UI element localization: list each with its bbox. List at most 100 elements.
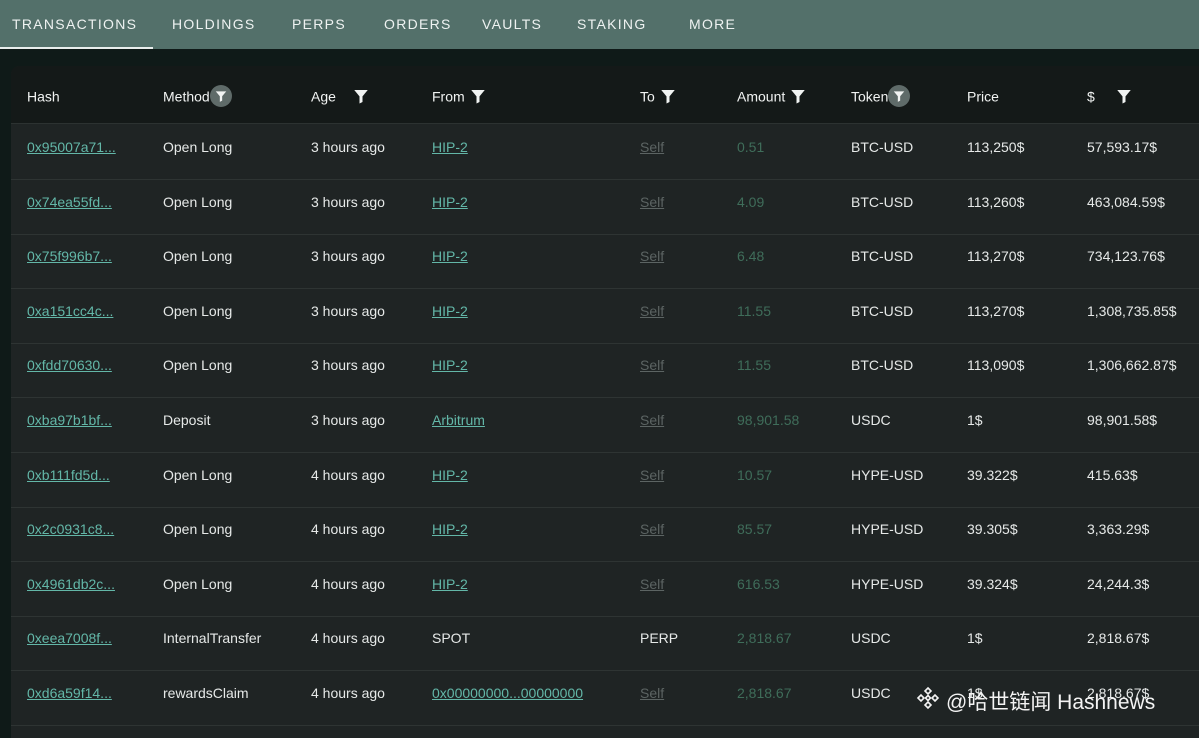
tab-more[interactable]: MORE (689, 0, 736, 49)
table-row[interactable]: 0xa151cc4c... Open Long 3 hours ago HIP-2 Se… (11, 289, 1199, 344)
column-header-label: Method (163, 88, 210, 105)
amount-cell: 6.48 (737, 248, 765, 265)
method-cell: Open Long (163, 466, 233, 483)
amount-cell: 0.51 (737, 139, 765, 155)
column-header-to[interactable]: To (640, 66, 677, 124)
watermark: @哈世链闻 Hashnews (916, 684, 1155, 718)
column-header-method[interactable]: Method (163, 66, 232, 124)
tab-transactions[interactable]: TRANSACTIONS (0, 0, 153, 49)
top-tab-bar: TRANSACTIONS HOLDINGS PERPS ORDERS VAULTS STA… (0, 0, 1199, 49)
to-link[interactable]: Self (640, 343, 664, 397)
from-link[interactable]: HIP-2 (432, 453, 468, 507)
tx-hash-link[interactable]: 0x95007a71... (27, 125, 116, 179)
filter-icon[interactable] (352, 87, 370, 105)
age-cell: 3 hours ago (311, 139, 385, 155)
to-link[interactable]: Self (640, 671, 664, 725)
from-link[interactable]: Arbitrum (432, 398, 485, 452)
from-link[interactable]: HIP-2 (432, 180, 468, 234)
token-cell: BTC-USD (851, 193, 914, 210)
column-header-hash[interactable]: Hash (27, 66, 60, 124)
from-cell: SPOT (432, 630, 471, 647)
amount-cell: 11.55 (737, 357, 771, 374)
tab-perps[interactable]: PERPS (292, 0, 346, 49)
table-row[interactable]: 0xb111fd5d... Open Long 4 hours ago HIP-2 Se… (11, 453, 1199, 508)
token-cell: USDC (851, 685, 891, 701)
method-cell: Open Long (163, 139, 233, 155)
tx-hash-link[interactable]: 0x4961db2c... (27, 562, 115, 616)
column-header-price[interactable]: Price (967, 66, 999, 124)
tab-staking[interactable]: STAKING (577, 0, 647, 49)
column-header-label: Amount (737, 88, 786, 105)
usd-value-cell: 415.63$ (1087, 466, 1138, 483)
price-cell: 113,260$ (967, 193, 1025, 210)
filter-icon[interactable] (469, 87, 487, 105)
table-row[interactable]: 0x75f996b7... Open Long 3 hours ago HIP-2 Se… (11, 234, 1199, 290)
watermark-text: @哈世链闻 Hashnews (946, 691, 1156, 714)
age-cell: 3 hours ago (311, 193, 385, 210)
filter-icon[interactable] (888, 85, 911, 108)
tx-hash-link[interactable]: 0xfdd70630... (27, 343, 112, 397)
price-cell: 113,270$ (967, 248, 1025, 265)
from-link[interactable]: HIP-2 (432, 562, 468, 616)
column-header-label: $ (1087, 88, 1095, 105)
tab-holdings[interactable]: HOLDINGS (172, 0, 256, 49)
tx-hash-link[interactable]: 0x2c0931c8... (27, 507, 114, 561)
from-link[interactable]: HIP-2 (432, 289, 468, 343)
to-link[interactable]: Self (640, 507, 664, 561)
column-header-label: From (432, 88, 465, 105)
from-link[interactable]: HIP-2 (432, 234, 468, 288)
from-link[interactable]: 0x00000000...00000000 (432, 671, 583, 725)
column-header-age[interactable]: Age (311, 66, 370, 124)
filter-icon[interactable] (789, 87, 807, 105)
table-row[interactable]: 0xba97b1bf... Deposit 3 hours ago Arbitrum S… (11, 398, 1199, 453)
tx-hash-link[interactable]: 0xa151cc4c... (27, 289, 113, 343)
tx-hash-link[interactable]: 0x74ea55fd... (27, 180, 112, 234)
tx-hash-link[interactable]: 0xeea7008f... (27, 616, 112, 670)
price-cell: 39.324$ (967, 575, 1018, 592)
tab-orders[interactable]: ORDERS (384, 0, 452, 49)
amount-cell: 2,818.67 (737, 685, 792, 701)
tx-hash-link[interactable]: 0xb111fd5d... (27, 453, 110, 507)
column-header-label: Token (851, 88, 889, 105)
table-row[interactable]: 0xfdd70630... Open Long 3 hours ago HIP-2 Se… (11, 343, 1199, 399)
filter-icon[interactable] (209, 85, 232, 108)
table-row[interactable]: 0xeea7008f... InternalTransfer 4 hours ago… (11, 616, 1199, 672)
to-link[interactable]: Self (640, 562, 664, 616)
tx-hash-link[interactable]: 0x75f996b7... (27, 234, 112, 288)
method-cell: Open Long (163, 357, 233, 374)
column-header-token[interactable]: Token (851, 66, 911, 124)
price-cell: 39.322$ (967, 466, 1018, 483)
usd-value-cell: 24,244.3$ (1087, 575, 1150, 592)
price-cell: 113,250$ (967, 139, 1025, 155)
method-cell: Open Long (163, 248, 233, 265)
tx-hash-link[interactable]: 0xd6a59f14... (27, 671, 112, 725)
tx-hash-link[interactable]: 0xba97b1bf... (27, 398, 112, 452)
usd-value-cell: 1,308,735.85$ (1087, 302, 1177, 319)
to-link[interactable]: Self (640, 453, 664, 507)
filter-icon[interactable] (1115, 87, 1133, 105)
column-header-from[interactable]: From (432, 66, 487, 124)
to-link[interactable]: Self (640, 398, 664, 452)
age-cell: 3 hours ago (311, 412, 385, 428)
column-header-label: Age (311, 88, 336, 105)
to-link[interactable]: Self (640, 125, 664, 179)
amount-cell: 98,901.58 (737, 412, 800, 428)
table-row[interactable]: 0x95007a71... Open Long 3 hours ago HIP-2 Se… (11, 125, 1199, 180)
usd-value-cell: 734,123.76$ (1087, 248, 1165, 265)
token-cell: BTC-USD (851, 357, 914, 374)
from-link[interactable]: HIP-2 (432, 507, 468, 561)
filter-icon[interactable] (659, 87, 677, 105)
table-row[interactable]: 0x74ea55fd... Open Long 3 hours ago HIP-2 Se… (11, 180, 1199, 235)
table-row[interactable]: 0x4961db2c... Open Long 4 hours ago HIP-2 Se… (11, 562, 1199, 617)
tab-vaults[interactable]: VAULTS (482, 0, 542, 49)
column-header-usd[interactable]: $ (1087, 66, 1133, 124)
to-link[interactable]: Self (640, 289, 664, 343)
column-header-amount[interactable]: Amount (737, 66, 807, 124)
column-header-label: Hash (27, 88, 60, 105)
to-link[interactable]: Self (640, 234, 664, 288)
from-link[interactable]: HIP-2 (432, 343, 468, 397)
from-link[interactable]: HIP-2 (432, 125, 468, 179)
method-cell: Open Long (163, 193, 233, 210)
table-row[interactable]: 0x2c0931c8... Open Long 4 hours ago HIP-2 Se… (11, 507, 1199, 563)
to-link[interactable]: Self (640, 180, 664, 234)
